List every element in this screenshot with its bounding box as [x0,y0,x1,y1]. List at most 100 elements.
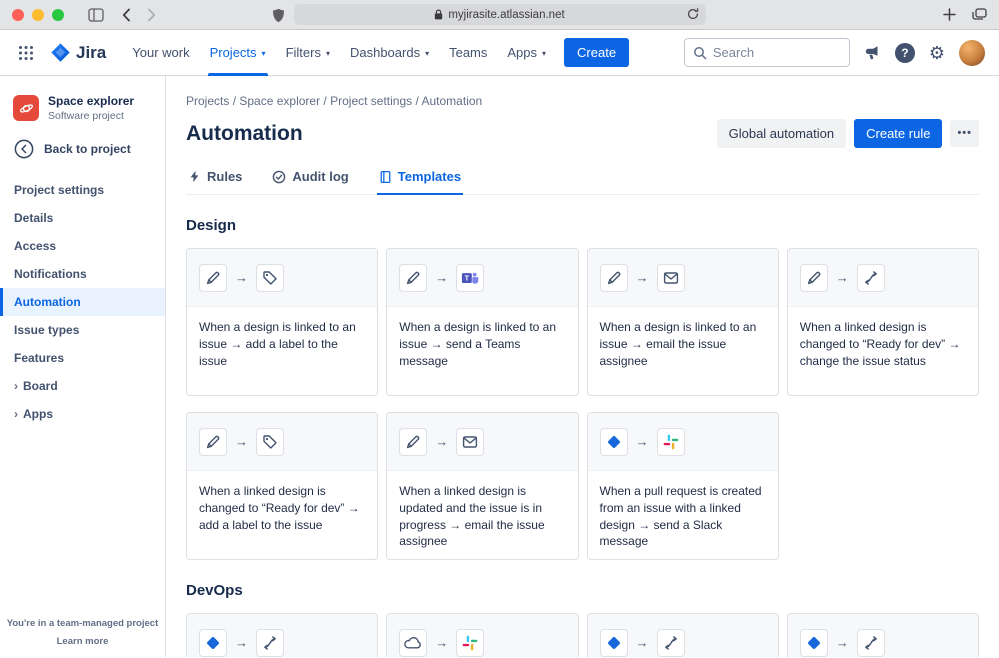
sidebar-item-project-settings[interactable]: Project settings [0,176,165,204]
trigger-badge [600,264,628,292]
arrow-right-icon: → [235,635,248,650]
nav-dashboards[interactable]: Dashboards▾ [340,30,439,76]
breadcrumb-separator: / [412,94,421,108]
teams-icon: T [461,269,479,287]
jira-icon [805,634,823,652]
nav-filters[interactable]: Filters▾ [276,30,340,76]
nav-label: Teams [449,45,487,60]
project-settings-nav: Project settings Details Access Notificatio… [0,176,165,428]
templates-icon [379,170,392,184]
design-icon [806,270,822,286]
sidebar-item-board[interactable]: › Board [0,372,165,400]
jira-icon [605,634,623,652]
card-header: → [788,614,978,657]
sidebar-item-issue-types[interactable]: Issue types [0,316,165,344]
automation-template-card[interactable]: →When a linked design is updated and the… [386,412,578,560]
sidebar-item-details[interactable]: Details [0,204,165,232]
search-input[interactable] [713,45,841,60]
minimize-window-button[interactable] [32,9,44,21]
tab-rules[interactable]: Rules [186,165,244,194]
action-badge [657,264,685,292]
url-bar[interactable]: myjirasite.atlassian.net [294,4,706,25]
action-badge [456,629,484,657]
create-button[interactable]: Create [564,38,629,67]
app-switcher-icon[interactable] [14,41,38,65]
section-title-design: Design [186,217,979,234]
card-description: When a design is linked to an issue → ad… [187,307,377,369]
tab-overview-icon[interactable] [972,8,987,21]
design-icon [205,270,221,286]
privacy-shield-icon[interactable] [272,8,285,28]
announcements-icon[interactable] [864,45,881,60]
action-badge [857,264,885,292]
status-icon [663,635,679,651]
automation-template-card[interactable]: → [386,613,578,657]
jira-logo-text: Jira [76,43,106,63]
tab-audit-log[interactable]: Audit log [270,165,350,194]
breadcrumb-segment-automation[interactable]: Automation [422,94,483,108]
automation-template-card[interactable]: →When a design is linked to an issue → e… [587,248,779,396]
global-automation-button[interactable]: Global automation [717,119,847,148]
automation-template-card[interactable]: →When a pull request is created from an … [587,412,779,560]
sidebar-item-access[interactable]: Access [0,232,165,260]
search-icon [693,46,707,60]
create-rule-button[interactable]: Create rule [854,119,942,148]
sidebar-item-notifications[interactable]: Notifications [0,260,165,288]
sidebar-item-features[interactable]: Features [0,344,165,372]
browser-back-icon[interactable] [122,8,131,22]
browser-forward-icon[interactable] [147,8,156,22]
sidebar-item-automation[interactable]: Automation [0,288,165,316]
sidebar-item-label: Access [14,239,56,253]
sidebar-item-label: Details [14,211,53,225]
reload-icon[interactable] [687,8,699,23]
nav-apps[interactable]: Apps▾ [497,30,556,76]
automation-template-card[interactable]: →When a design is linked to an issue → a… [186,248,378,396]
trigger-badge [399,264,427,292]
automation-template-card[interactable]: → [787,613,979,657]
new-tab-icon[interactable] [943,8,956,21]
zoom-window-button[interactable] [52,9,64,21]
back-to-project-label: Back to project [44,142,131,156]
back-to-project[interactable]: Back to project [0,134,165,176]
nav-label: Dashboards [350,45,420,60]
breadcrumb-segment-space-explorer[interactable]: Space explorer [239,94,320,108]
page-title: Automation [186,122,303,146]
svg-text:T: T [465,273,470,282]
learn-more-link[interactable]: Learn more [0,636,165,647]
tab-templates[interactable]: Templates [377,165,463,194]
close-window-button[interactable] [12,9,24,21]
sidebar-item-apps[interactable]: ›Apps [0,400,165,428]
sidebar-footer: You're in a team-managed project Learn m… [0,618,165,647]
automation-template-card[interactable]: → [186,613,378,657]
nav-teams[interactable]: Teams [439,30,497,76]
trigger-badge [199,428,227,456]
arrow-right-icon: → [836,635,849,650]
arrow-right-icon: → [636,434,649,449]
automation-template-card[interactable]: → [587,613,779,657]
settings-gear-icon[interactable]: ⚙ [929,44,945,62]
project-sidebar: Space explorer Software project Back to … [0,76,166,657]
action-badge [256,264,284,292]
project-type: Software project [48,110,134,122]
nav-projects[interactable]: Projects▾ [200,30,276,76]
chevron-right-icon: › [14,380,18,392]
sidebar-toggle-icon[interactable] [88,8,104,22]
slack-icon [663,434,679,450]
project-header[interactable]: Space explorer Software project [0,92,165,134]
card-header: → [187,614,377,657]
automation-template-card[interactable]: →When a linked design is changed to “Rea… [787,248,979,396]
global-search[interactable] [684,38,850,67]
breadcrumb-segment-project-settings[interactable]: Project settings [330,94,412,108]
sidebar-item-label: Board [23,379,58,393]
breadcrumb-segment-projects[interactable]: Projects [186,94,229,108]
nav-your-work[interactable]: Your work [122,30,199,76]
avatar[interactable] [959,40,985,66]
automation-template-card[interactable]: →When a linked design is changed to “Rea… [186,412,378,560]
template-sections: Design→When a design is linked to an iss… [186,217,979,657]
more-actions-button[interactable]: ••• [950,120,979,147]
main-content: Projects / Space explorer / Project sett… [166,76,999,657]
help-icon[interactable]: ? [895,43,915,63]
automation-template-card[interactable]: →TWhen a design is linked to an issue → … [386,248,578,396]
card-grid-devops: →→→→ [186,613,979,657]
jira-logo[interactable]: Jira [50,42,106,63]
